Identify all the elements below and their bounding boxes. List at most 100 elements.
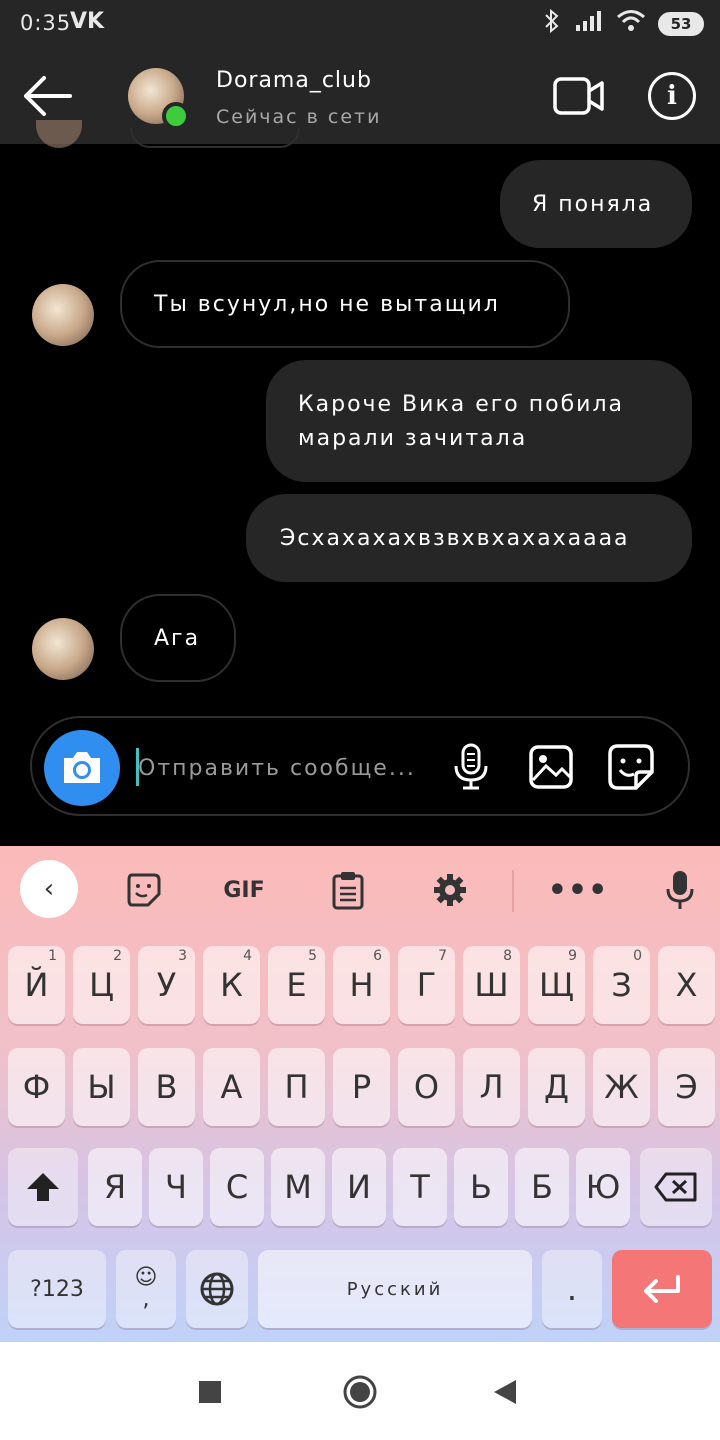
- key-hint: 9: [568, 948, 577, 964]
- key-hint: 7: [438, 948, 447, 964]
- gallery-button[interactable]: [526, 742, 576, 792]
- key-я[interactable]: Я: [88, 1148, 142, 1226]
- video-call-button[interactable]: [552, 72, 606, 120]
- message-text: Ага: [154, 626, 201, 651]
- toolbar-collapse-button[interactable]: ‹: [20, 860, 78, 918]
- key-label: Г: [416, 966, 437, 1004]
- recents-button[interactable]: [190, 1372, 230, 1412]
- key-х[interactable]: Х: [658, 946, 715, 1024]
- backspace-key[interactable]: [640, 1148, 712, 1226]
- shift-key[interactable]: [8, 1148, 78, 1226]
- key-в[interactable]: В: [138, 1048, 195, 1126]
- gif-button[interactable]: GIF: [216, 866, 272, 914]
- home-button[interactable]: [340, 1372, 380, 1412]
- chevron-left-icon: ‹: [43, 874, 55, 904]
- key-hint: 2: [113, 948, 122, 964]
- key-щ[interactable]: Щ9: [528, 946, 585, 1024]
- key-label: Й: [24, 966, 49, 1004]
- more-button[interactable]: •••: [548, 866, 608, 914]
- key-label: Д: [544, 1068, 569, 1106]
- key-л[interactable]: Л: [463, 1048, 520, 1126]
- chat-header: Dorama_club Сейчас в сети i: [0, 48, 720, 144]
- globe-icon: [200, 1272, 234, 1306]
- language-key[interactable]: [186, 1250, 248, 1328]
- message-text: Эсхахахахвзвхвхахахаааа: [280, 526, 630, 551]
- voice-input-button[interactable]: [660, 866, 700, 914]
- key-м[interactable]: М: [271, 1148, 325, 1226]
- symbols-key[interactable]: ?123: [8, 1250, 106, 1328]
- key-label: И: [347, 1168, 371, 1206]
- key-д[interactable]: Д: [528, 1048, 585, 1126]
- status-time: 0:35: [20, 11, 72, 35]
- key-ц[interactable]: Ц2: [73, 946, 130, 1024]
- key-б[interactable]: Б: [515, 1148, 569, 1226]
- shift-arrow-icon: [27, 1173, 59, 1201]
- key-label: З: [611, 966, 632, 1004]
- key-г[interactable]: Г7: [398, 946, 455, 1024]
- key-к[interactable]: К4: [203, 946, 260, 1024]
- key-ф[interactable]: Ф: [8, 1048, 65, 1126]
- contact-status: Сейчас в сети: [216, 106, 382, 128]
- key-label: У: [156, 966, 177, 1004]
- enter-key[interactable]: [612, 1250, 712, 1328]
- key-label: М: [284, 1168, 312, 1206]
- message-bubble[interactable]: Эсхахахахвзвхвхахахаааа: [246, 494, 692, 582]
- message-composer: [30, 716, 690, 816]
- key-й[interactable]: Й1: [8, 946, 65, 1024]
- key-ь[interactable]: Ь: [454, 1148, 508, 1226]
- period-key[interactable]: .: [542, 1250, 602, 1328]
- space-key[interactable]: Русский: [258, 1250, 532, 1328]
- clipboard-button[interactable]: [326, 866, 370, 914]
- back-button[interactable]: [18, 66, 78, 126]
- avatar[interactable]: [32, 284, 94, 346]
- key-о[interactable]: О: [398, 1048, 455, 1126]
- key-label: Э: [675, 1068, 698, 1106]
- key-е[interactable]: Е5: [268, 946, 325, 1024]
- key-hint: 8: [503, 948, 512, 964]
- key-р[interactable]: Р: [333, 1048, 390, 1126]
- key-ж[interactable]: Ж: [593, 1048, 650, 1126]
- sticker-button[interactable]: [606, 742, 656, 792]
- backspace-icon: [654, 1172, 697, 1202]
- system-nav-bar: [0, 1342, 720, 1440]
- key-label: С: [225, 1168, 249, 1206]
- key-ч[interactable]: Ч: [149, 1148, 203, 1226]
- key-с[interactable]: С: [210, 1148, 264, 1226]
- message-bubble[interactable]: Я поняла: [500, 160, 692, 248]
- key-label: Р: [351, 1068, 372, 1106]
- key-э[interactable]: Э: [658, 1048, 715, 1126]
- message-bubble[interactable]: Кароче Вика его побила марали зачитала: [266, 360, 692, 482]
- key-у[interactable]: У3: [138, 946, 195, 1024]
- key-ю[interactable]: Ю: [576, 1148, 630, 1226]
- key-hint: 0: [633, 948, 642, 964]
- video-camera-icon: [553, 77, 604, 115]
- key-ш[interactable]: Ш8: [463, 946, 520, 1024]
- key-а[interactable]: А: [203, 1048, 260, 1126]
- message-bubble[interactable]: Ты всунул,но не вытащил: [120, 260, 570, 348]
- key-и[interactable]: И: [332, 1148, 386, 1226]
- info-button[interactable]: i: [648, 72, 696, 120]
- settings-button[interactable]: [428, 866, 472, 914]
- sticker-toolbar-button[interactable]: [120, 866, 168, 914]
- message-bubble[interactable]: Ага: [120, 594, 236, 682]
- voice-message-button[interactable]: [446, 742, 496, 792]
- contact-name[interactable]: Dorama_club: [216, 68, 372, 93]
- key-ы[interactable]: Ы: [73, 1048, 130, 1126]
- key-label: В: [155, 1068, 178, 1106]
- back-nav-button[interactable]: [486, 1372, 526, 1412]
- key-label: Ж: [604, 1068, 639, 1106]
- key-п[interactable]: П: [268, 1048, 325, 1126]
- vk-icon: VK: [70, 9, 105, 34]
- key-label: Ы: [87, 1068, 116, 1106]
- key-т[interactable]: Т: [393, 1148, 447, 1226]
- key-label: П: [284, 1068, 309, 1106]
- camera-button[interactable]: [44, 730, 120, 806]
- key-label: Щ: [539, 966, 574, 1004]
- square-icon: [199, 1381, 221, 1403]
- key-з[interactable]: З0: [593, 946, 650, 1024]
- avatar[interactable]: [32, 618, 94, 680]
- emoji-comma-key[interactable]: ☺ ,: [116, 1250, 176, 1328]
- message-input[interactable]: [138, 750, 438, 786]
- key-hint: 3: [178, 948, 187, 964]
- key-н[interactable]: Н6: [333, 946, 390, 1024]
